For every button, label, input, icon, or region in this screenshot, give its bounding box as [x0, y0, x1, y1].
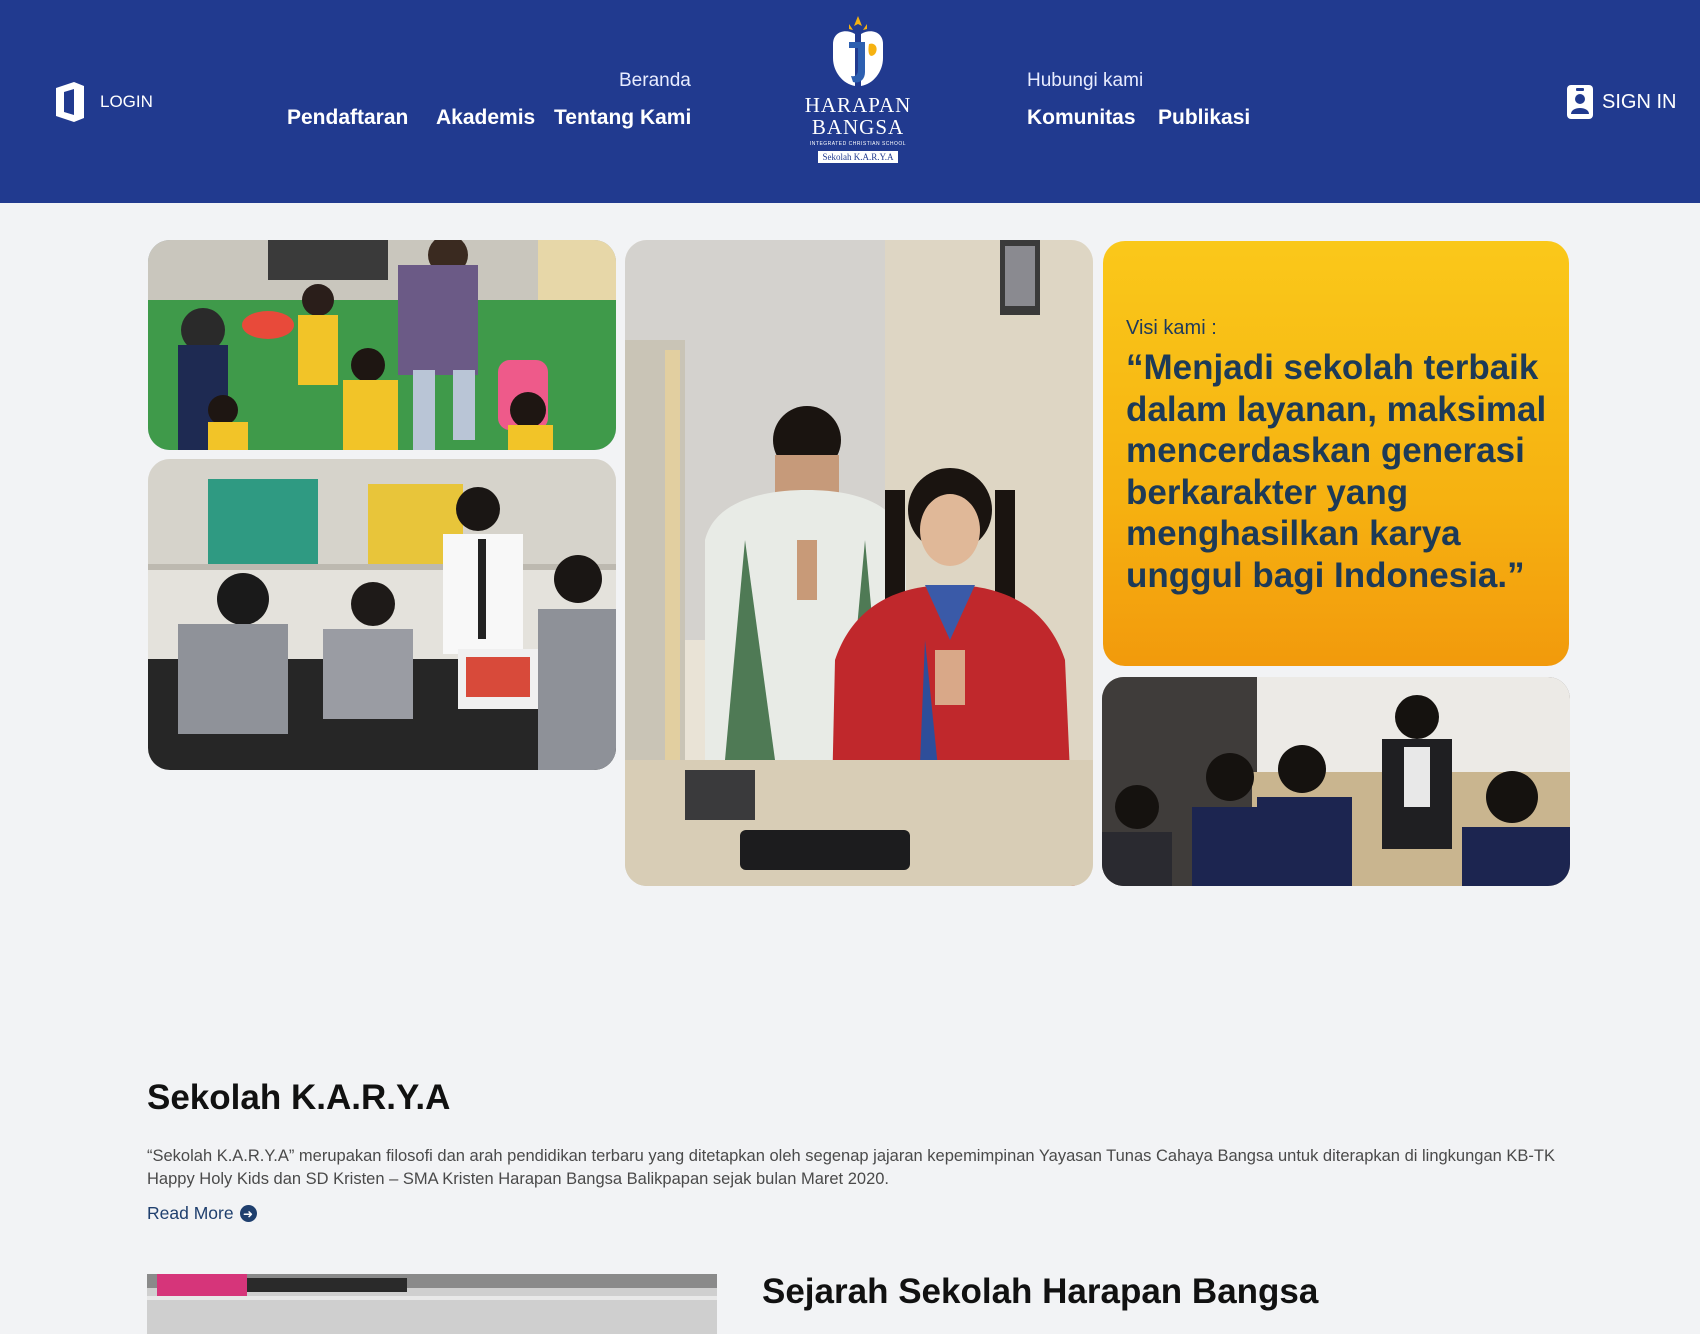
logo-subtitle: INTEGRATED CHRISTIAN SCHOOL — [809, 141, 907, 147]
nav-beranda[interactable]: Beranda — [619, 70, 691, 92]
vision-quote: “Menjadi sekolah terbaik dalam layanan, … — [1126, 348, 1547, 595]
login-button[interactable]: LOGIN — [52, 80, 153, 124]
students-greeting-image — [625, 240, 1093, 886]
playground-image — [148, 240, 616, 450]
signin-label: SIGN IN — [1602, 90, 1677, 113]
karya-title: Sekolah K.A.R.Y.A — [147, 1078, 451, 1117]
sejarah-photo — [147, 1274, 717, 1334]
karya-description: “Sekolah K.A.R.Y.A” merupakan filosofi d… — [147, 1147, 1555, 1188]
office-icon — [56, 82, 84, 122]
nav-publikasi[interactable]: Publikasi — [1158, 106, 1250, 130]
id-badge-icon — [1567, 85, 1593, 119]
classroom-image — [1102, 677, 1570, 886]
login-label: LOGIN — [100, 92, 153, 111]
nav-akademis[interactable]: Akademis — [436, 106, 535, 130]
science-lab-image — [148, 459, 616, 770]
school-logo[interactable]: HARAPAN BANGSA INTEGRATED CHRISTIAN SCHO… — [800, 14, 916, 184]
sejarah-image — [147, 1274, 717, 1334]
vision-label: Visi kami : — [1126, 317, 1217, 339]
nav-tentang-kami[interactable]: Tentang Kami — [554, 106, 691, 130]
vision-card: Visi kami : “Menjadi sekolah terbaik dal… — [1103, 241, 1569, 666]
photo-kindergarten-playground — [148, 240, 616, 450]
sejarah-title: Sejarah Sekolah Harapan Bangsa — [762, 1272, 1319, 1311]
nav-komunitas[interactable]: Komunitas — [1027, 106, 1136, 130]
nav-hubungi-kami[interactable]: Hubungi kami — [1027, 70, 1143, 92]
read-more-link[interactable]: Read More ➜ — [147, 1203, 257, 1224]
logo-line1: HARAPAN — [804, 93, 912, 117]
read-more-label: Read More — [147, 1203, 234, 1223]
logo-line2: BANGSA — [811, 115, 905, 139]
photo-classroom-discussion — [1102, 677, 1570, 886]
photo-science-lab — [148, 459, 616, 770]
arrow-circle-right-icon: ➜ — [239, 1205, 257, 1222]
photo-students-greeting — [625, 240, 1093, 886]
harapan-bangsa-emblem-icon — [833, 16, 883, 86]
signin-button[interactable]: SIGN IN — [1566, 84, 1676, 120]
nav-pendaftaran[interactable]: Pendaftaran — [287, 106, 408, 130]
logo-tag: Sekolah K.A.R.Y.A — [818, 151, 898, 163]
site-header: LOGIN Beranda Pendaftaran Akademis Tenta… — [0, 0, 1700, 203]
